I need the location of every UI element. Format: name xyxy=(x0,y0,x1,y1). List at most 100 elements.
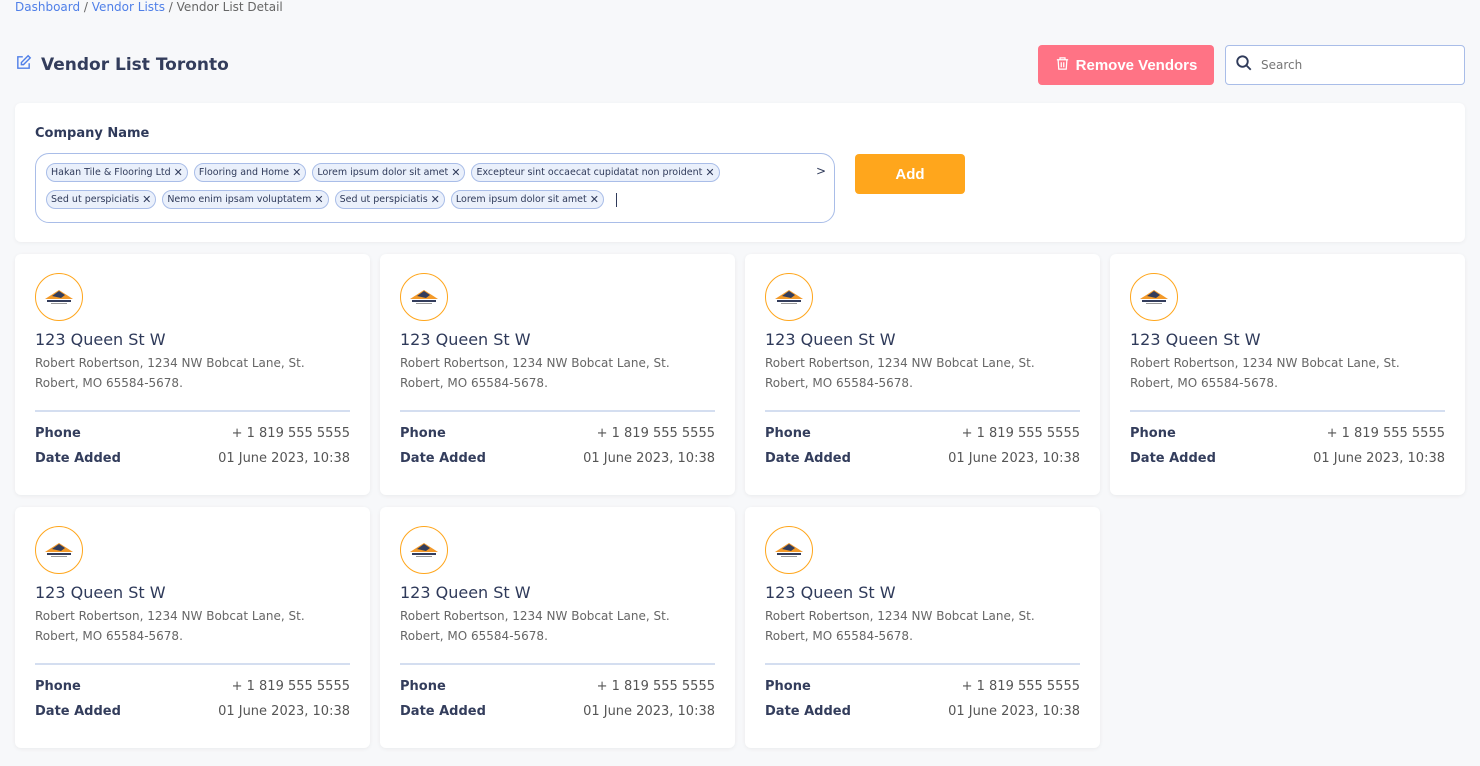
date-added-value: 01 June 2023, 10:38 xyxy=(583,704,715,719)
vendor-address: Robert Robertson, 1234 NW Bobcat Lane, S… xyxy=(765,609,1035,643)
phone-label: Phone xyxy=(765,426,811,441)
divider xyxy=(765,663,1080,665)
phone-label: Phone xyxy=(400,426,446,441)
vendor-address: Robert Robertson, 1234 NW Bobcat Lane, S… xyxy=(400,356,670,390)
vendor-card[interactable]: 123 Queen St W Robert Robertson, 1234 NW… xyxy=(380,254,735,495)
vendor-logo xyxy=(765,273,813,321)
company-tag: Sed ut perspiciatis ✕ xyxy=(46,190,157,209)
vendor-address: Robert Robertson, 1234 NW Bobcat Lane, S… xyxy=(400,609,670,643)
vendor-card[interactable]: 123 Queen St W Robert Robertson, 1234 NW… xyxy=(1110,254,1465,495)
phone-label: Phone xyxy=(400,679,446,694)
vendor-logo xyxy=(1130,273,1178,321)
phone-value: + 1 819 555 5555 xyxy=(961,679,1080,694)
company-tag: Flooring and Home ✕ xyxy=(193,163,307,182)
remove-tag-icon[interactable]: ✕ xyxy=(705,166,714,179)
tag-label: Lorem ipsum dolor sit amet xyxy=(317,167,449,178)
company-name-label: Company Name xyxy=(35,126,150,141)
tag-label: Excepteur sint occaecat cupidatat non pr… xyxy=(476,167,703,178)
phone-label: Phone xyxy=(765,679,811,694)
remove-tag-icon[interactable]: ✕ xyxy=(174,166,183,179)
tag-label: Sed ut perspiciatis xyxy=(51,194,140,205)
vendor-card[interactable]: 123 Queen St W Robert Robertson, 1234 NW… xyxy=(15,254,370,495)
date-added-label: Date Added xyxy=(35,451,121,466)
vendor-address: Robert Robertson, 1234 NW Bobcat Lane, S… xyxy=(1130,356,1400,390)
vendor-address: Robert Robertson, 1234 NW Bobcat Lane, S… xyxy=(35,356,305,390)
vendor-logo xyxy=(35,273,83,321)
date-added-value: 01 June 2023, 10:38 xyxy=(1313,451,1445,466)
company-tags-input[interactable]: > Hakan Tile & Flooring Ltd ✕ Flooring and… xyxy=(35,153,835,223)
vendor-name: 123 Queen St W xyxy=(400,583,531,602)
remove-vendors-button[interactable]: Remove Vendors xyxy=(1038,45,1214,85)
chevron-right-icon[interactable]: > xyxy=(816,164,826,178)
vendor-card[interactable]: 123 Queen St W Robert Robertson, 1234 NW… xyxy=(745,254,1100,495)
breadcrumb: Dashboard / Vendor Lists / Vendor List D… xyxy=(15,0,283,14)
divider xyxy=(765,410,1080,412)
vendor-card[interactable]: 123 Queen St W Robert Robertson, 1234 NW… xyxy=(380,507,735,748)
tag-label: Hakan Tile & Flooring Ltd xyxy=(51,167,171,178)
company-tag: Sed ut perspiciatis ✕ xyxy=(334,190,445,209)
tag-label: Sed ut perspiciatis xyxy=(339,194,428,205)
divider xyxy=(400,410,715,412)
vendor-address: Robert Robertson, 1234 NW Bobcat Lane, S… xyxy=(35,609,305,643)
date-added-value: 01 June 2023, 10:38 xyxy=(218,704,350,719)
divider xyxy=(35,410,350,412)
edit-icon[interactable] xyxy=(15,54,32,76)
vendor-name: 123 Queen St W xyxy=(1130,330,1261,349)
date-added-label: Date Added xyxy=(400,704,486,719)
vendor-card[interactable]: 123 Queen St W Robert Robertson, 1234 NW… xyxy=(15,507,370,748)
phone-label: Phone xyxy=(35,679,81,694)
breadcrumb-current: Vendor List Detail xyxy=(176,0,283,14)
tag-label: Lorem ipsum dolor sit amet xyxy=(455,194,587,205)
date-added-label: Date Added xyxy=(765,704,851,719)
add-button[interactable]: Add xyxy=(855,154,965,194)
phone-label: Phone xyxy=(35,426,81,441)
remove-tag-icon[interactable]: ✕ xyxy=(451,166,460,179)
phone-value: + 1 819 555 5555 xyxy=(596,426,715,441)
phone-value: + 1 819 555 5555 xyxy=(1326,426,1445,441)
page-title-text: Vendor List Toronto xyxy=(41,55,229,75)
company-tag: Lorem ipsum dolor sit amet ✕ xyxy=(450,190,604,209)
vendor-name: 123 Queen St W xyxy=(765,583,896,602)
company-tag: Nemo enim ipsam voluptatem ✕ xyxy=(162,190,329,209)
trash-icon xyxy=(1055,55,1070,76)
breadcrumb-vendor-lists[interactable]: Vendor Lists xyxy=(92,0,165,14)
date-added-value: 01 June 2023, 10:38 xyxy=(583,451,715,466)
phone-value: + 1 819 555 5555 xyxy=(231,679,350,694)
search-icon xyxy=(1235,54,1253,76)
phone-value: + 1 819 555 5555 xyxy=(596,679,715,694)
remove-tag-icon[interactable]: ✕ xyxy=(590,193,599,206)
vendor-logo xyxy=(400,526,448,574)
divider xyxy=(400,663,715,665)
company-tag: Hakan Tile & Flooring Ltd ✕ xyxy=(46,163,188,182)
breadcrumb-dashboard[interactable]: Dashboard xyxy=(15,0,80,14)
remove-tag-icon[interactable]: ✕ xyxy=(431,193,440,206)
vendor-name: 123 Queen St W xyxy=(35,583,166,602)
text-cursor xyxy=(615,193,617,207)
vendor-logo xyxy=(765,526,813,574)
company-tag: Lorem ipsum dolor sit amet ✕ xyxy=(312,163,466,182)
date-added-value: 01 June 2023, 10:38 xyxy=(948,704,1080,719)
remove-vendors-label: Remove Vendors xyxy=(1075,56,1198,74)
divider xyxy=(1130,410,1445,412)
page-title: Vendor List Toronto xyxy=(15,54,229,76)
date-added-value: 01 June 2023, 10:38 xyxy=(218,451,350,466)
remove-tag-icon[interactable]: ✕ xyxy=(142,193,151,206)
divider xyxy=(35,663,350,665)
remove-tag-icon[interactable]: ✕ xyxy=(314,193,323,206)
vendor-name: 123 Queen St W xyxy=(35,330,166,349)
vendor-logo xyxy=(400,273,448,321)
filter-panel: Company Name > Hakan Tile & Flooring Ltd… xyxy=(15,103,1465,242)
remove-tag-icon[interactable]: ✕ xyxy=(292,166,301,179)
vendor-logo xyxy=(35,526,83,574)
date-added-label: Date Added xyxy=(400,451,486,466)
search-input[interactable] xyxy=(1261,58,1451,72)
phone-label: Phone xyxy=(1130,426,1176,441)
company-tag: Excepteur sint occaecat cupidatat non pr… xyxy=(471,163,720,182)
vendor-name: 123 Queen St W xyxy=(400,330,531,349)
date-added-label: Date Added xyxy=(765,451,851,466)
tag-label: Flooring and Home xyxy=(198,167,290,178)
phone-value: + 1 819 555 5555 xyxy=(231,426,350,441)
vendor-address: Robert Robertson, 1234 NW Bobcat Lane, S… xyxy=(765,356,1035,390)
vendor-name: 123 Queen St W xyxy=(765,330,896,349)
vendor-card[interactable]: 123 Queen St W Robert Robertson, 1234 NW… xyxy=(745,507,1100,748)
